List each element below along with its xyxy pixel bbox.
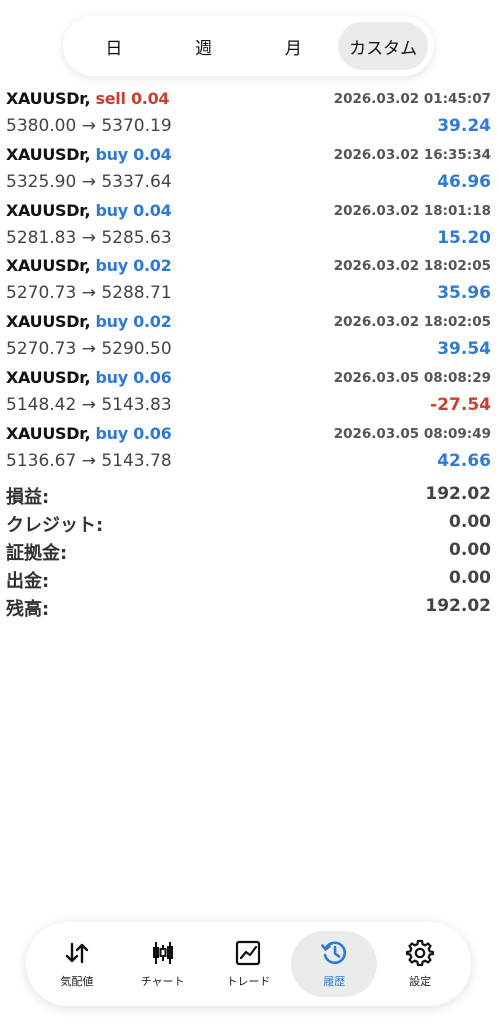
- deal-row[interactable]: XAUUSDr, buy 0.06 2026.03.05 08:09:49 51…: [0, 421, 498, 477]
- deal-volume: 0.02: [133, 312, 172, 332]
- summary-balance: 残高: 192.02: [0, 593, 498, 621]
- deal-volume: 0.04: [133, 200, 172, 220]
- deal-time: 2026.03.02 16:35:34: [333, 146, 491, 163]
- summary-value: 0.00: [449, 568, 491, 588]
- deal-symbol: XAUUSDr, buy 0.04: [6, 144, 172, 164]
- summary-label: 証拠金:: [6, 543, 68, 564]
- nav-settings[interactable]: 設定: [377, 931, 463, 997]
- deal-row[interactable]: XAUUSDr, sell 0.04 2026.03.02 01:45:07 5…: [0, 86, 498, 142]
- deal-row[interactable]: XAUUSDr, buy 0.04 2026.03.02 18:01:18 52…: [0, 198, 498, 254]
- summary-label: クレジット:: [6, 515, 104, 536]
- summary-label: 損益:: [6, 487, 50, 508]
- deal-prices: 5281.83 → 5285.63: [6, 227, 172, 248]
- deal-time: 2026.03.02 18:02:05: [333, 314, 491, 331]
- deal-profit: -27.54: [430, 394, 491, 415]
- summary-deposit: 証拠金: 0.00: [0, 537, 498, 565]
- deal-type: buy: [95, 367, 129, 387]
- nav-label: 履歴: [323, 975, 346, 988]
- deal-row[interactable]: XAUUSDr, buy 0.06 2026.03.05 08:08:29 51…: [0, 365, 498, 421]
- nav-label: 気配値: [60, 975, 94, 988]
- deal-symbol: XAUUSDr, buy 0.06: [6, 367, 172, 387]
- nav-quotes[interactable]: 気配値: [34, 931, 120, 997]
- deal-profit: 39.24: [437, 116, 491, 136]
- summary-label: 残高:: [6, 599, 50, 620]
- deal-prices: 5380.00 → 5370.19: [6, 116, 172, 136]
- deal-prices: 5270.73 → 5290.50: [6, 339, 172, 360]
- period-selector: 日 週 月 カスタム: [63, 16, 434, 76]
- deal-symbol: XAUUSDr, sell 0.04: [6, 89, 170, 108]
- deal-row[interactable]: XAUUSDr, buy 0.04 2026.03.02 16:35:34 53…: [0, 142, 498, 198]
- summary-withdrawal: 出金: 0.00: [0, 565, 498, 593]
- deal-profit: 39.54: [437, 339, 491, 360]
- deal-type: buy: [95, 256, 129, 276]
- deal-type: buy: [95, 423, 129, 443]
- deal-volume: 0.04: [133, 144, 172, 164]
- candlestick-chart-icon: [149, 939, 177, 967]
- deal-prices: 5136.67 → 5143.78: [6, 450, 172, 471]
- deal-symbol: XAUUSDr, buy 0.04: [6, 200, 172, 220]
- tab-custom[interactable]: カスタム: [338, 22, 428, 70]
- deal-time: 2026.03.02 01:45:07: [333, 91, 491, 107]
- deal-type: buy: [95, 312, 129, 332]
- trade-chart-icon: [234, 939, 262, 967]
- deal-prices: 5325.90 → 5337.64: [6, 171, 172, 192]
- deal-volume: 0.04: [130, 89, 170, 108]
- bottom-nav: 気配値 チャート トレード 履歴 設定: [26, 922, 471, 1006]
- tab-month[interactable]: 月: [249, 22, 339, 70]
- deal-symbol: XAUUSDr, buy 0.02: [6, 312, 172, 332]
- tab-day[interactable]: 日: [69, 22, 159, 70]
- nav-label: チャート: [140, 975, 185, 988]
- deal-symbol: XAUUSDr, buy 0.06: [6, 423, 172, 443]
- deal-volume: 0.06: [133, 423, 172, 443]
- tab-week[interactable]: 週: [159, 22, 249, 70]
- deal-prices: 5148.42 → 5143.83: [6, 394, 172, 415]
- summary-label: 出金:: [6, 571, 50, 592]
- nav-label: 設定: [409, 975, 432, 988]
- deal-profit: 42.66: [437, 450, 491, 471]
- deal-profit: 15.20: [437, 227, 491, 248]
- nav-label: トレード: [226, 975, 271, 988]
- deal-row[interactable]: XAUUSDr, buy 0.02 2026.03.02 18:02:05 52…: [0, 253, 498, 309]
- deal-symbol: XAUUSDr, buy 0.02: [6, 256, 172, 276]
- gear-icon: [406, 939, 435, 967]
- history-clock-icon: [320, 939, 348, 967]
- deal-time: 2026.03.02 18:02:05: [333, 258, 491, 275]
- deal-prices: 5270.73 → 5288.71: [6, 283, 172, 304]
- quotes-arrows-icon: [63, 939, 91, 967]
- deal-profit: 35.96: [437, 283, 491, 304]
- summary-credit: クレジット: 0.00: [0, 509, 498, 537]
- deal-row[interactable]: XAUUSDr, buy 0.02 2026.03.02 18:02:05 52…: [0, 309, 498, 365]
- deal-time: 2026.03.02 18:01:18: [333, 202, 491, 219]
- summary-value: 0.00: [449, 540, 491, 560]
- summary-value: 0.00: [449, 512, 491, 532]
- deal-list: XAUUSDr, sell 0.04 2026.03.02 01:45:07 5…: [0, 86, 498, 477]
- summary-block: 損益: 192.02 クレジット: 0.00 証拠金: 0.00 出金: 0.0…: [0, 481, 498, 621]
- deal-profit: 46.96: [437, 171, 491, 192]
- deal-time: 2026.03.05 08:08:29: [333, 369, 491, 386]
- summary-profit: 損益: 192.02: [0, 481, 498, 509]
- nav-chart[interactable]: チャート: [120, 931, 206, 997]
- deal-volume: 0.06: [133, 367, 172, 387]
- deal-type: sell: [95, 89, 126, 108]
- nav-history[interactable]: 履歴: [291, 931, 378, 997]
- deal-volume: 0.02: [133, 256, 172, 276]
- deal-type: buy: [95, 200, 129, 220]
- summary-value: 192.02: [425, 484, 491, 504]
- summary-value: 192.02: [425, 596, 491, 616]
- deal-type: buy: [95, 144, 129, 164]
- deal-time: 2026.03.05 08:09:49: [333, 425, 491, 442]
- nav-trade[interactable]: トレード: [206, 931, 292, 997]
